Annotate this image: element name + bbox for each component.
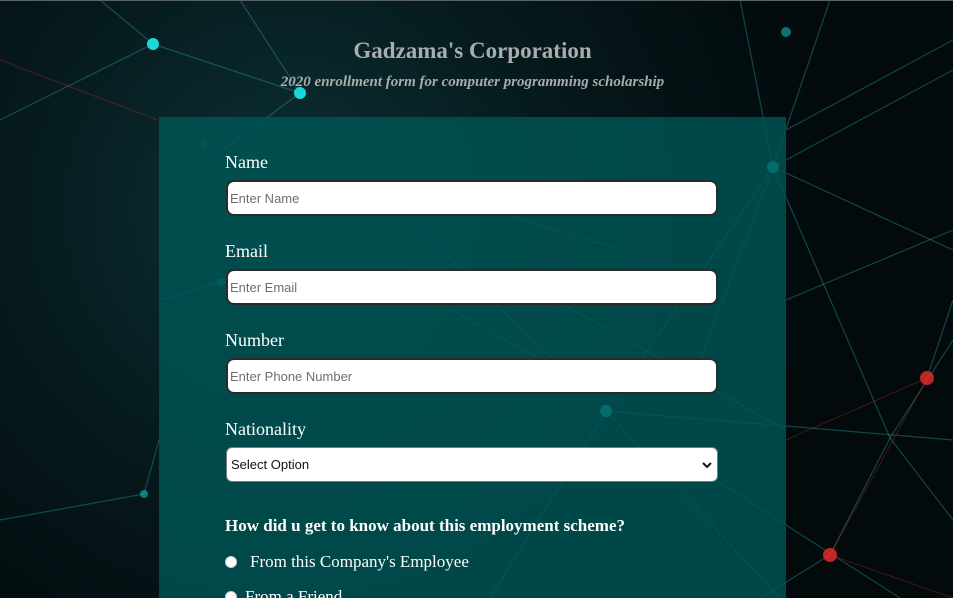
page-subtitle: 2020 enrollment form for computer progra… xyxy=(280,74,665,90)
name-input[interactable] xyxy=(226,180,718,216)
page-title: Gadzama's Corporation xyxy=(353,38,592,63)
number-label: Number xyxy=(225,330,284,350)
nationality-selected-value: Select Option xyxy=(231,457,310,472)
referral-option-label: From this Company's Employee xyxy=(250,552,469,571)
radio-button[interactable] xyxy=(225,591,237,598)
referral-option-label: From a Friend xyxy=(245,587,343,598)
network-node xyxy=(823,548,837,562)
window-top-border xyxy=(0,0,953,1)
enrollment-form: Name Email Number Nationality Select Opt… xyxy=(159,117,786,598)
email-input[interactable] xyxy=(226,269,718,305)
referral-option-employee[interactable]: From this Company's Employee xyxy=(225,552,469,572)
name-label: Name xyxy=(225,152,268,172)
network-node xyxy=(140,490,148,498)
nationality-select[interactable]: Select Option xyxy=(226,447,718,482)
network-node xyxy=(781,27,791,37)
referral-option-friend[interactable]: From a Friend xyxy=(225,587,342,598)
phone-number-input[interactable] xyxy=(226,358,718,394)
radio-button[interactable] xyxy=(225,556,237,568)
network-node xyxy=(920,371,934,385)
referral-question: How did u get to know about this employm… xyxy=(225,516,625,535)
email-label: Email xyxy=(225,241,268,261)
chevron-down-icon xyxy=(702,462,712,469)
nationality-label: Nationality xyxy=(225,419,306,439)
page-header: Gadzama's Corporation 2020 enrollment fo… xyxy=(0,38,945,91)
